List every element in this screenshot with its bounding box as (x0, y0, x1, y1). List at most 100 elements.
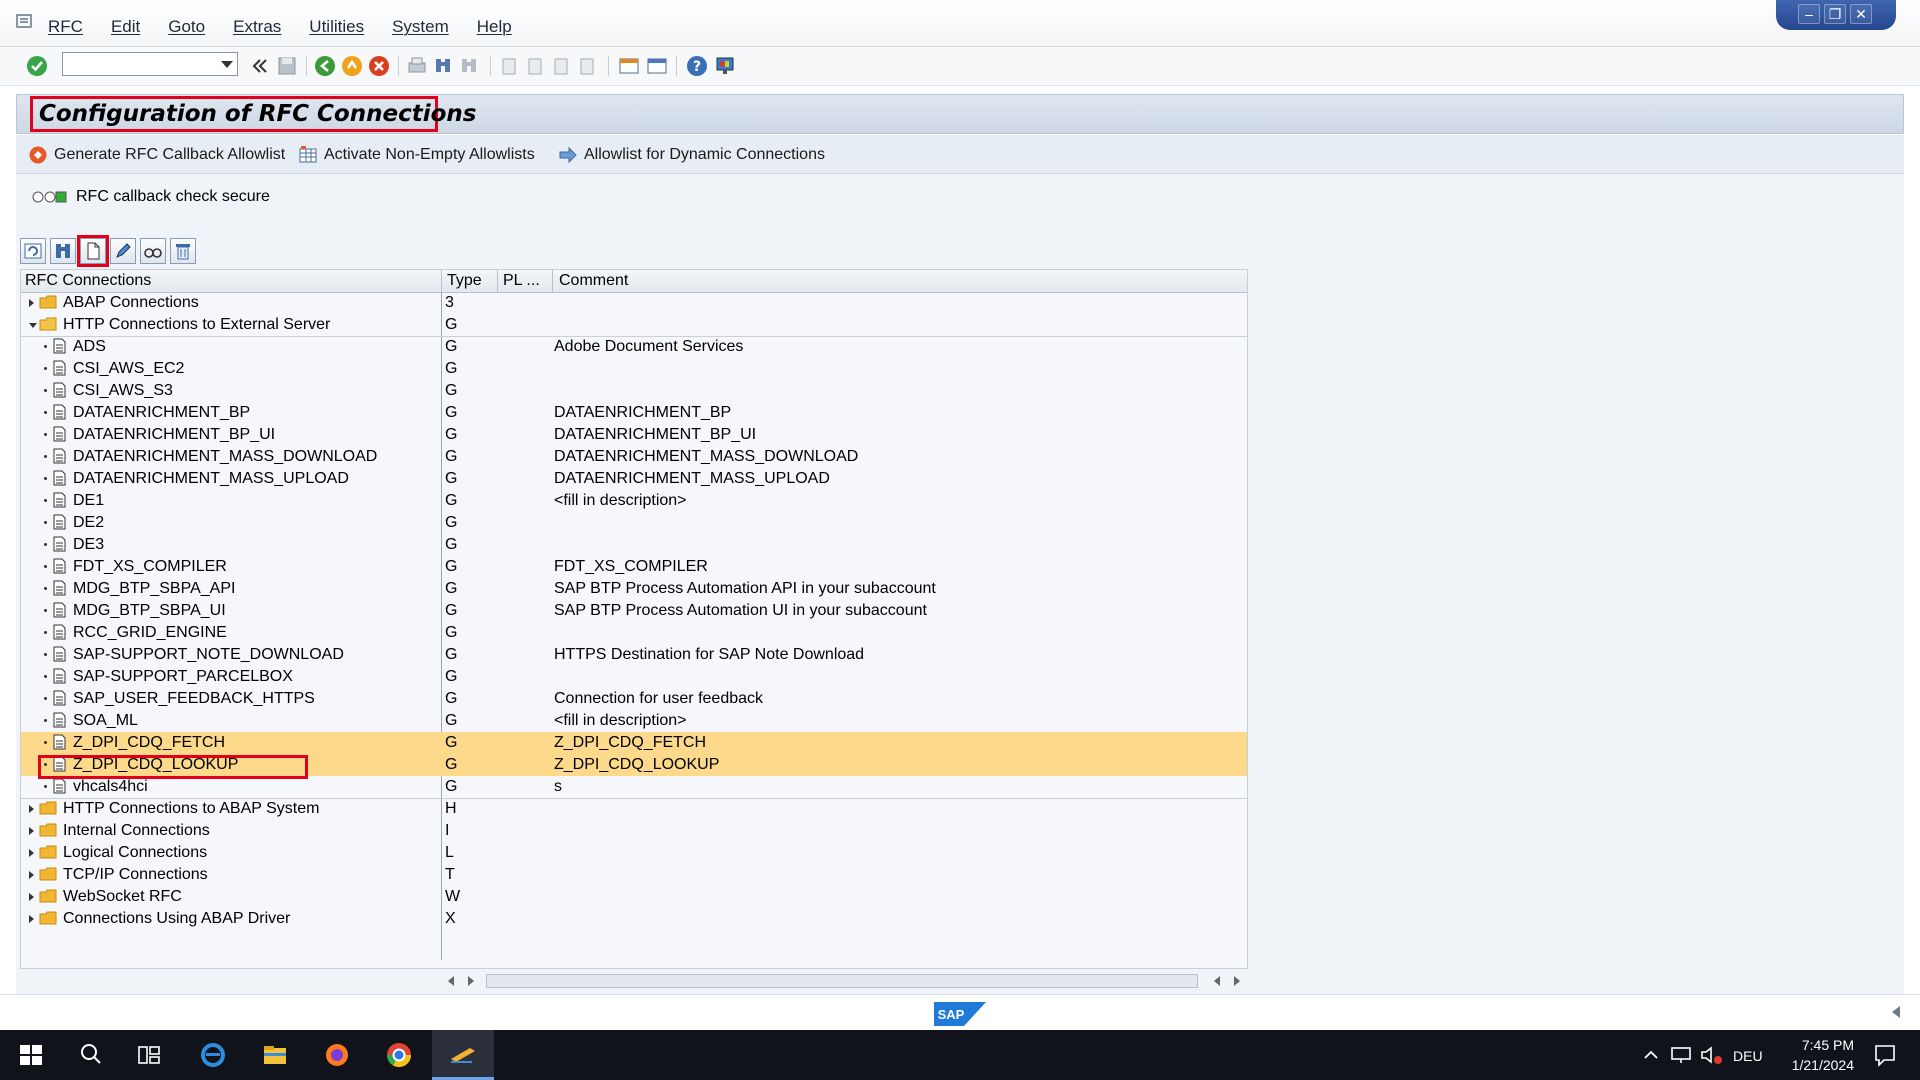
print-icon[interactable] (404, 53, 430, 79)
horizontal-scrollbar[interactable] (20, 972, 1248, 990)
input-language[interactable]: DEU (1733, 1048, 1763, 1064)
enter-check-icon[interactable] (24, 53, 50, 79)
column-header-name[interactable]: RFC Connections (25, 272, 151, 290)
tree-connection-row[interactable]: Z_DPI_CDQ_FETCH G Z_DPI_CDQ_FETCH (21, 732, 1247, 754)
tree-connection-row[interactable]: SAP-SUPPORT_NOTE_DOWNLOAD G HTTPS Destinat… (21, 644, 1247, 666)
menu-rfc[interactable]: RFC (48, 17, 83, 37)
chevron-down-icon[interactable] (221, 61, 233, 68)
expand-closed-icon[interactable] (29, 805, 34, 813)
save-icon[interactable] (274, 53, 300, 79)
tree-folder-row[interactable]: ABAP Connections 3 (21, 292, 1247, 314)
find-icon[interactable] (430, 53, 456, 79)
scroll-left-icon[interactable] (1214, 976, 1220, 986)
display-button[interactable] (140, 238, 166, 264)
scrollbar-thumb[interactable] (486, 974, 1198, 988)
tree-folder-row[interactable]: Logical Connections L (21, 842, 1247, 864)
tree-connection-row[interactable]: CSI_AWS_S3 G (21, 380, 1247, 402)
column-header-type[interactable]: Type (447, 272, 482, 290)
scroll-right-icon[interactable] (468, 976, 474, 986)
taskbar-active-app[interactable] (432, 1030, 494, 1080)
dynamic-allowlist-button[interactable]: Allowlist for Dynamic Connections (558, 144, 825, 166)
last-page-icon[interactable] (574, 53, 600, 79)
tree-connection-row[interactable]: vhcals4hci Gs (21, 776, 1247, 798)
cancel-icon[interactable] (366, 53, 392, 79)
system-menu-icon[interactable] (16, 14, 34, 30)
tree-folder-row[interactable]: WebSocket RFC W (21, 886, 1247, 908)
network-icon[interactable] (1666, 1040, 1696, 1070)
chrome-icon[interactable] (384, 1040, 414, 1070)
tree-connection-row[interactable]: CSI_AWS_EC2 G (21, 358, 1247, 380)
windows-start-icon[interactable] (16, 1040, 46, 1070)
menu-extras[interactable]: Extras (233, 17, 281, 37)
menu-system[interactable]: System (392, 17, 449, 37)
search-icon[interactable] (76, 1040, 106, 1070)
tree-connection-row[interactable]: DATAENRICHMENT_BP G DATAENRICHMENT_BP (21, 402, 1247, 424)
scroll-right-icon[interactable] (1234, 976, 1240, 986)
back-icon[interactable] (312, 53, 338, 79)
expand-closed-icon[interactable] (29, 871, 34, 879)
create-button[interactable] (77, 235, 109, 267)
volume-muted-icon[interactable] (1696, 1040, 1726, 1070)
expand-closed-icon[interactable] (29, 299, 34, 307)
status-bar-toggle-icon[interactable] (1890, 1005, 1902, 1019)
tree-connection-row[interactable]: ADS G Adobe Document Services (21, 336, 1247, 358)
minimize-icon[interactable]: – (1798, 4, 1820, 24)
tree-connection-row[interactable]: DE2 G (21, 512, 1247, 534)
expand-open-icon[interactable] (29, 323, 37, 328)
column-header-pl[interactable]: PL ... (503, 272, 540, 290)
customize-layout-icon[interactable] (712, 53, 738, 79)
tree-folder-row[interactable]: TCP/IP Connections T (21, 864, 1247, 886)
previous-page-icon[interactable] (522, 53, 548, 79)
task-view-icon[interactable] (134, 1040, 164, 1070)
help-icon[interactable]: ? (684, 53, 710, 79)
tree-folder-row[interactable]: HTTP Connections to ABAP System H (21, 798, 1247, 820)
tree-connection-row[interactable]: DE1 G <fill in description> (21, 490, 1247, 512)
restore-icon[interactable]: ❐ (1824, 4, 1846, 24)
chevron-up-icon[interactable] (1636, 1040, 1666, 1070)
tree-connection-row[interactable]: DE3 G (21, 534, 1247, 556)
menu-utilities[interactable]: Utilities (309, 17, 364, 37)
tree-connection-row[interactable]: SAP_USER_FEEDBACK_HTTPS G Connection for u… (21, 688, 1247, 710)
double-chevron-left-icon[interactable] (246, 53, 272, 79)
system-clock[interactable]: 7:45 PM 1/21/2024 (1770, 1035, 1854, 1075)
tree-connection-row[interactable]: Z_DPI_CDQ_LOOKUP G Z_DPI_CDQ_LOOKUP (21, 754, 1247, 776)
menu-goto[interactable]: Goto (168, 17, 205, 37)
firefox-icon[interactable] (322, 1040, 352, 1070)
tree-connection-row[interactable]: SAP-SUPPORT_PARCELBOX G (21, 666, 1247, 688)
first-page-icon[interactable] (496, 53, 522, 79)
tree-connection-row[interactable]: SOA_ML G <fill in description> (21, 710, 1247, 732)
tree-connection-row[interactable]: MDG_BTP_SBPA_API G SAP BTP Process Automat… (21, 578, 1247, 600)
change-button[interactable] (110, 238, 136, 264)
expand-closed-icon[interactable] (29, 893, 34, 901)
scroll-left-icon[interactable] (448, 976, 454, 986)
activate-allowlists-button[interactable]: Activate Non-Empty Allowlists (298, 144, 535, 166)
generate-allowlist-button[interactable]: Generate RFC Callback Allowlist (28, 144, 285, 166)
delete-button[interactable] (170, 238, 196, 264)
refresh-button[interactable] (20, 238, 46, 264)
find-next-icon[interactable] (456, 53, 482, 79)
tree-folder-row[interactable]: Internal Connections I (21, 820, 1247, 842)
tree-connection-row[interactable]: FDT_XS_COMPILER G FDT_XS_COMPILER (21, 556, 1247, 578)
file-explorer-icon[interactable] (260, 1040, 290, 1070)
exit-icon[interactable] (339, 53, 365, 79)
tree-connection-row[interactable]: MDG_BTP_SBPA_UI G SAP BTP Process Automati… (21, 600, 1247, 622)
column-separator[interactable] (497, 270, 498, 292)
tree-connection-row[interactable]: DATAENRICHMENT_BP_UI G DATAENRICHMENT_BP_U… (21, 424, 1247, 446)
expand-closed-icon[interactable] (29, 849, 34, 857)
menu-edit[interactable]: Edit (111, 17, 140, 37)
tree-connection-row[interactable]: DATAENRICHMENT_MASS_DOWNLOAD G DATAENRICHM… (21, 446, 1247, 468)
next-page-icon[interactable] (548, 53, 574, 79)
close-icon[interactable]: ✕ (1850, 4, 1872, 24)
notification-icon[interactable] (1870, 1040, 1900, 1070)
internet-explorer-icon[interactable] (198, 1040, 228, 1070)
tree-folder-row[interactable]: Connections Using ABAP Driver X (21, 908, 1247, 930)
find-button[interactable] (50, 238, 76, 264)
tree-folder-row[interactable]: HTTP Connections to External Server G (21, 314, 1247, 336)
tree-connection-row[interactable]: RCC_GRID_ENGINE G (21, 622, 1247, 644)
tree-connection-row[interactable]: DATAENRICHMENT_MASS_UPLOAD G DATAENRICHMEN… (21, 468, 1247, 490)
column-separator[interactable] (552, 270, 553, 292)
shortcut-icon[interactable] (644, 53, 670, 79)
column-header-comment[interactable]: Comment (559, 272, 628, 290)
expand-closed-icon[interactable] (29, 827, 34, 835)
expand-closed-icon[interactable] (29, 915, 34, 923)
